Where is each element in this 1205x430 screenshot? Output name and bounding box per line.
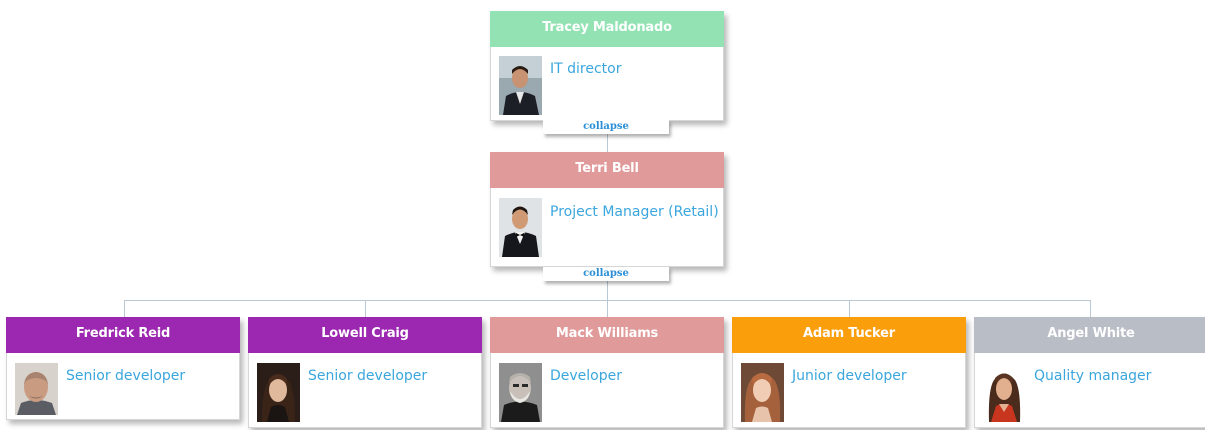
node-name: Adam Tucker [732,317,966,353]
node-mack-williams[interactable]: Mack Williams Developer [490,317,724,428]
connector-line [124,300,125,317]
node-body: Senior developer [6,353,240,420]
avatar-woman-icon [257,363,300,422]
node-name: Fredrick Reid [6,317,240,353]
org-chart: Tracey Maldonado IT director collapse Te… [0,0,1205,430]
node-body: Senior developer [248,353,482,428]
avatar [499,363,542,422]
node-fredrick-reid[interactable]: Fredrick Reid Senior developer [6,317,240,420]
node-name: Angel White [974,317,1205,353]
node-body: Junior developer [732,353,966,428]
avatar [257,363,300,422]
avatar-man-beard-icon [499,363,542,422]
avatar-man-suit-icon [499,56,542,115]
node-body: IT director [490,47,724,121]
collapse-button[interactable]: collapse [543,120,669,134]
node-name: Lowell Craig [248,317,482,353]
node-tracey-maldonado[interactable]: Tracey Maldonado IT director [490,11,724,121]
avatar-man-bowtie-icon [499,198,542,257]
node-title: Junior developer [792,368,907,384]
node-title: IT director [550,61,622,77]
connector-line [365,300,366,317]
node-name: Tracey Maldonado [490,11,724,47]
node-terri-bell[interactable]: Terri Bell Project Manager (Retail) [490,152,724,267]
node-title: Quality manager [1034,368,1152,384]
connector-line [849,300,850,317]
avatar [983,363,1026,422]
connector-line [124,300,1091,301]
node-body: Developer [490,353,724,428]
avatar-woman-brunette-icon [983,363,1026,422]
connector-line [1090,300,1091,317]
avatar [15,363,58,422]
node-adam-tucker[interactable]: Adam Tucker Junior developer [732,317,966,428]
node-title: Developer [550,368,623,384]
node-title: Project Manager (Retail) [550,204,719,220]
node-angel-white[interactable]: Angel White Quality manager [974,317,1205,428]
collapse-button[interactable]: collapse [543,267,669,281]
node-title: Senior developer [66,368,186,384]
node-body: Quality manager [974,353,1205,428]
node-name: Terri Bell [490,152,724,188]
avatar [499,198,542,257]
avatar [499,56,542,115]
avatar [741,363,784,422]
avatar-man-bald-icon [15,363,58,415]
node-lowell-craig[interactable]: Lowell Craig Senior developer [248,317,482,428]
node-body: Project Manager (Retail) [490,188,724,267]
avatar-woman-red-hair-icon [741,363,784,422]
node-title: Senior developer [308,368,428,384]
node-name: Mack Williams [490,317,724,353]
